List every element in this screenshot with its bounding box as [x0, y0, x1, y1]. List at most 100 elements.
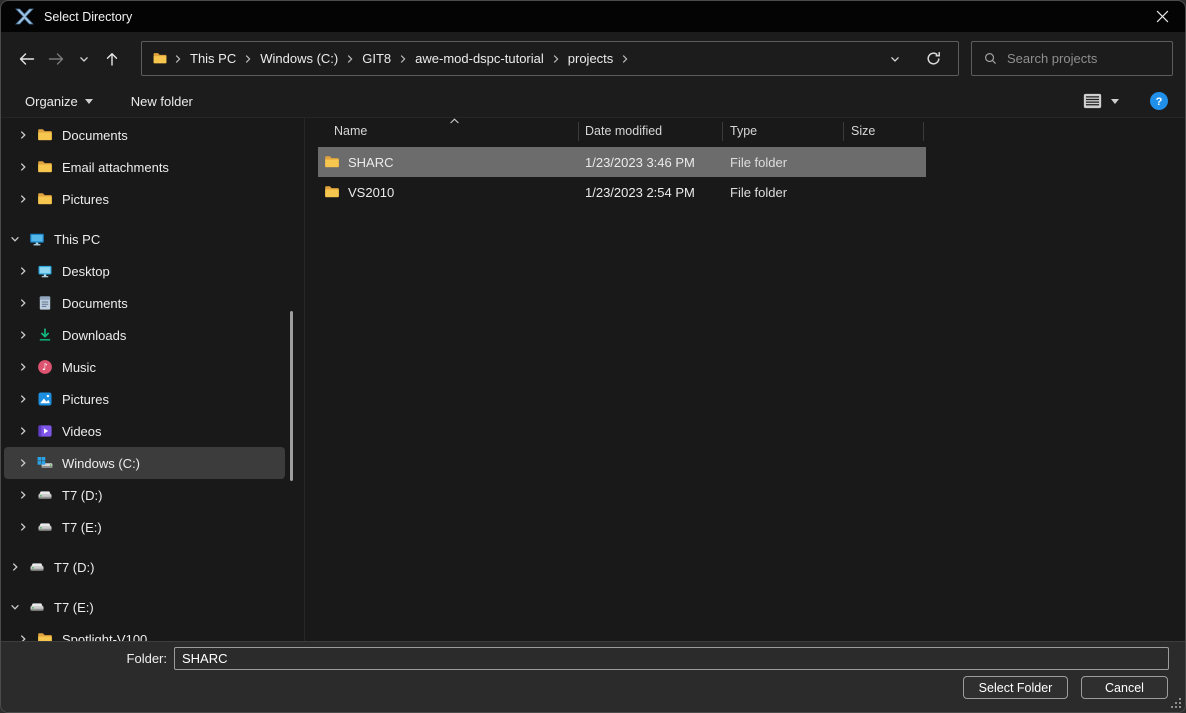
column-divider[interactable] — [843, 122, 844, 141]
sidebar-item-pictures-pinned[interactable]: Pictures — [4, 183, 285, 215]
sidebar-item-label: Documents — [62, 296, 128, 311]
chevron-right-icon[interactable] — [17, 425, 29, 437]
chevron-right-icon[interactable] — [17, 161, 29, 173]
breadcrumb-item[interactable]: projects — [561, 51, 621, 66]
recent-locations-button[interactable] — [71, 43, 97, 75]
address-dropdown-button[interactable] — [889, 53, 901, 65]
chevron-right-icon[interactable] — [17, 361, 29, 373]
breadcrumb-item[interactable]: GIT8 — [355, 51, 398, 66]
breadcrumb-item[interactable]: Windows (C:) — [253, 51, 345, 66]
forward-button[interactable] — [41, 43, 71, 75]
file-row-vs2010[interactable]: VS2010 1/23/2023 2:54 PM File folder — [318, 177, 926, 207]
close-button[interactable] — [1139, 1, 1185, 32]
sidebar-item-documents-pinned[interactable]: Documents — [4, 119, 285, 151]
folder-icon — [324, 184, 340, 200]
change-view-button[interactable] — [1083, 93, 1102, 109]
sidebar-item-t7-d[interactable]: T7 (D:) — [4, 479, 285, 511]
column-header-type[interactable]: Type — [722, 124, 843, 138]
column-divider[interactable] — [722, 122, 723, 141]
resize-grip[interactable] — [1171, 698, 1182, 709]
cancel-button[interactable]: Cancel — [1081, 676, 1168, 699]
chevron-right-icon[interactable] — [17, 265, 29, 277]
chevron-right-icon[interactable] — [17, 457, 29, 469]
chevron-right-icon[interactable] — [17, 329, 29, 341]
chevron-down-icon[interactable] — [9, 601, 21, 613]
breadcrumb-item[interactable]: This PC — [183, 51, 243, 66]
folder-name-input[interactable] — [174, 647, 1169, 670]
search-icon — [983, 51, 998, 66]
breadcrumb-item[interactable]: awe-mod-dspc-tutorial — [408, 51, 551, 66]
drive-icon — [37, 519, 53, 535]
title-bar: Select Directory — [1, 1, 1185, 32]
view-dropdown-button[interactable] — [1111, 99, 1119, 104]
sidebar-item-desktop[interactable]: Desktop — [4, 255, 285, 287]
column-divider[interactable] — [578, 122, 579, 141]
pictures-icon — [37, 391, 53, 407]
chevron-right-icon[interactable] — [17, 521, 29, 533]
chevron-right-icon[interactable] — [17, 129, 29, 141]
help-button[interactable]: ? — [1149, 91, 1169, 111]
window-title: Select Directory — [44, 10, 132, 24]
organize-button[interactable]: Organize — [25, 85, 93, 117]
column-header-size[interactable]: Size — [843, 124, 923, 138]
dropdown-caret-icon — [85, 99, 93, 104]
chevron-right-icon[interactable] — [17, 393, 29, 405]
svg-text:?: ? — [1156, 96, 1163, 108]
sidebar-scrollbar-thumb[interactable] — [290, 311, 293, 481]
column-divider[interactable] — [923, 122, 924, 141]
sidebar-item-label: T7 (E:) — [54, 600, 94, 615]
address-folder-icon — [152, 51, 169, 66]
up-button[interactable] — [97, 43, 127, 75]
drive-icon — [29, 599, 45, 615]
refresh-button[interactable] — [925, 50, 942, 67]
breadcrumb-separator-icon — [244, 54, 252, 64]
search-input[interactable] — [1007, 51, 1161, 66]
sidebar-item-this-pc[interactable]: This PC — [4, 223, 285, 255]
chevron-down-icon[interactable] — [9, 233, 21, 245]
search-box[interactable] — [971, 41, 1173, 76]
sidebar-item-pictures[interactable]: Pictures — [4, 383, 285, 415]
sidebar-item-downloads[interactable]: Downloads — [4, 319, 285, 351]
windows-drive-icon — [37, 455, 53, 471]
sidebar-item-windows-c[interactable]: Windows (C:) — [4, 447, 285, 479]
new-folder-button[interactable]: New folder — [131, 85, 193, 117]
back-button[interactable] — [11, 43, 41, 75]
refresh-icon — [928, 53, 939, 64]
address-bar[interactable]: This PC Windows (C:) GIT8 awe-mod-dspc-t… — [141, 41, 959, 76]
column-header-name[interactable]: Name — [318, 124, 578, 138]
file-name: SHARC — [348, 155, 394, 170]
folder-field-label: Folder: — [1, 651, 167, 666]
chevron-right-icon[interactable] — [9, 561, 21, 573]
select-directory-dialog: Select Directory — [0, 0, 1186, 713]
folder-icon — [37, 127, 53, 143]
folder-icon — [37, 159, 53, 175]
drive-icon — [29, 559, 45, 575]
sidebar-item-spotlight-v100[interactable]: Spotlight-V100 — [4, 623, 285, 643]
chevron-right-icon[interactable] — [17, 489, 29, 501]
folder-icon — [324, 154, 340, 170]
breadcrumb-separator-icon — [621, 54, 629, 64]
sidebar-item-label: Videos — [62, 424, 102, 439]
videos-icon — [37, 423, 53, 439]
sidebar-item-music[interactable]: ♪ Music — [4, 351, 285, 383]
chevron-right-icon[interactable] — [17, 297, 29, 309]
sidebar-item-label: T7 (E:) — [62, 520, 102, 535]
file-row-sharc[interactable]: SHARC 1/23/2023 3:46 PM File folder — [318, 147, 926, 177]
command-toolbar: Organize New folder ? — [1, 85, 1185, 118]
sidebar-item-label: This PC — [54, 232, 100, 247]
chevron-right-icon[interactable] — [17, 193, 29, 205]
sidebar-item-documents[interactable]: Documents — [4, 287, 285, 319]
sidebar-item-t7-e[interactable]: T7 (E:) — [4, 511, 285, 543]
sidebar-item-t7-d-root[interactable]: T7 (D:) — [4, 551, 285, 583]
sidebar-item-email-attachments[interactable]: Email attachments — [4, 151, 285, 183]
select-folder-button[interactable]: Select Folder — [963, 676, 1068, 699]
column-header-date-modified[interactable]: Date modified — [578, 124, 722, 138]
app-logo-icon — [15, 8, 34, 25]
sidebar-item-t7-e-root[interactable]: T7 (E:) — [4, 591, 285, 623]
desktop-icon — [37, 263, 53, 279]
sidebar-item-label: T7 (D:) — [62, 488, 102, 503]
sidebar-item-label: Music — [62, 360, 96, 375]
sidebar-item-videos[interactable]: Videos — [4, 415, 285, 447]
file-type-cell: File folder — [722, 185, 843, 200]
forward-arrow-icon — [49, 54, 62, 64]
